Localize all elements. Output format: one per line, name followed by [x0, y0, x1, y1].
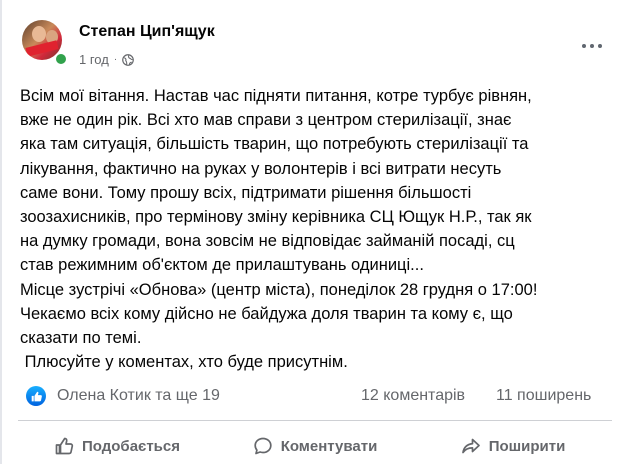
- thumbs-up-icon: [54, 436, 74, 456]
- avatar-banner: [25, 40, 59, 57]
- post-actions: Подобається Коментувати Поширити: [18, 428, 612, 464]
- divider: [18, 420, 612, 421]
- like-button-label: Подобається: [82, 437, 180, 455]
- comment-bubble-icon: [253, 436, 273, 456]
- post-stats: Олена Котик та ще 19 12 коментарів 11 по…: [20, 384, 618, 410]
- post-text-line: Плюсуйте у коментах, хто буде присутнім.: [20, 353, 348, 372]
- facebook-post: Степан Цип'ящук 1 год · Всім мої вітання…: [0, 0, 643, 464]
- post-text-line: Місце зустрічі «Обнова» (центр міста), п…: [20, 280, 538, 299]
- like-reaction-icon[interactable]: [26, 386, 46, 406]
- comment-button-label: Коментувати: [280, 437, 378, 455]
- comments-count[interactable]: 12 коментарів: [361, 387, 465, 405]
- post-text-line: лікування, фактично на руках у волонтері…: [20, 159, 502, 178]
- shares-count[interactable]: 11 поширень: [496, 387, 591, 405]
- post-text-line: яка там ситуація, більшість тварин, що п…: [20, 135, 529, 154]
- post-text-line: на думку громади, вона зовсім не відпові…: [20, 232, 515, 251]
- online-status-indicator: [54, 52, 68, 66]
- comment-button[interactable]: Коментувати: [216, 428, 414, 464]
- like-button[interactable]: Подобається: [18, 428, 216, 464]
- post-text-line: Всім мої вітання. Настав час підняти пит…: [20, 87, 532, 105]
- share-button-label: Поширити: [488, 437, 566, 455]
- reactors-summary[interactable]: Олена Котик та ще 19: [57, 387, 220, 405]
- author-name[interactable]: Степан Цип'ящук: [79, 23, 215, 41]
- post-text-line: сказати по темі.: [20, 329, 142, 348]
- share-button[interactable]: Поширити: [414, 428, 612, 464]
- meta-separator: ·: [113, 54, 118, 65]
- post-meta: 1 год ·: [79, 52, 135, 67]
- share-arrow-icon: [461, 436, 481, 456]
- post-text-line: Чекаємо всіх кому дійсно не байдужа доля…: [20, 304, 513, 323]
- post-text-line: зоозахисників, про термінову зміну керів…: [20, 208, 532, 227]
- globe-icon: [122, 53, 135, 66]
- more-options-icon[interactable]: [574, 34, 610, 58]
- post-header: Степан Цип'ящук 1 год ·: [18, 14, 628, 74]
- post-text-line: саме вони. Тому прошу всіх, підтримати р…: [20, 183, 472, 202]
- post-body: Всім мої вітання. Настав час підняти пит…: [20, 84, 620, 374]
- post-time[interactable]: 1 год: [79, 52, 109, 67]
- avatar-face: [32, 26, 46, 42]
- post-text-line: вже не один рік. Всі хто мав справи з це…: [20, 111, 512, 130]
- post-text-line: став режимним об'єктом де прилаштувань о…: [20, 256, 424, 275]
